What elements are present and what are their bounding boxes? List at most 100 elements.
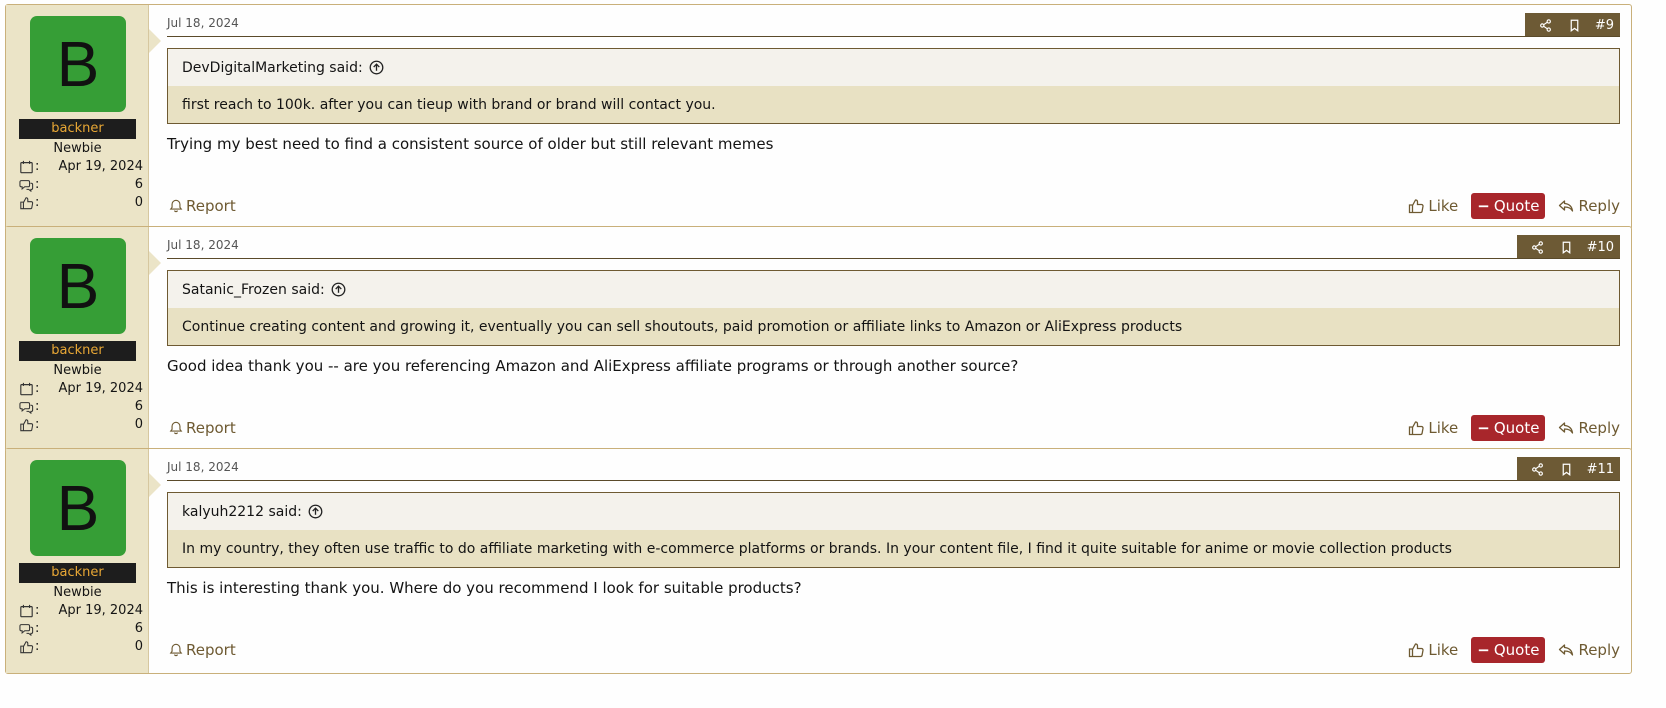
messages-stat: : 6 xyxy=(19,398,143,416)
user-title: Newbie xyxy=(53,363,102,378)
report-link[interactable]: Report xyxy=(169,193,236,219)
stat-colon: : xyxy=(35,381,40,396)
bookmark-icon[interactable] xyxy=(1560,241,1573,254)
post-footer: Report Like − Quote Reply xyxy=(167,415,1620,441)
share-icon[interactable] xyxy=(1531,462,1544,476)
calendar-icon xyxy=(19,604,34,618)
reply-button[interactable]: Reply xyxy=(1558,419,1620,437)
header-divider xyxy=(167,480,1620,481)
username[interactable]: backner xyxy=(19,341,136,361)
post-header-actions: #11 xyxy=(1516,457,1620,481)
reply-button[interactable]: Reply xyxy=(1558,197,1620,215)
bell-icon xyxy=(169,199,183,213)
share-icon[interactable] xyxy=(1531,240,1544,254)
messages-count: 6 xyxy=(134,177,143,192)
quote-author[interactable]: DevDigitalMarketing said: xyxy=(182,60,363,76)
post-date[interactable]: Jul 18, 2024 xyxy=(167,460,239,474)
stat-colon: : xyxy=(35,417,40,432)
reactions-count: 0 xyxy=(134,639,143,654)
post-header-actions: #10 xyxy=(1516,235,1620,259)
quote-header: kalyuh2212 said: xyxy=(168,493,1619,530)
report-label: Report xyxy=(186,197,236,215)
quote-block: DevDigitalMarketing said: first reach to… xyxy=(167,48,1620,124)
message-body: Good idea thank you -- are you referenci… xyxy=(167,357,1019,375)
reactions-count: 0 xyxy=(134,195,143,210)
calendar-icon xyxy=(19,160,34,174)
quote-block: Satanic_Frozen said: Continue creating c… xyxy=(167,270,1620,346)
minus-icon: − xyxy=(1477,419,1490,437)
post-date[interactable]: Jul 18, 2024 xyxy=(167,16,239,30)
post-date[interactable]: Jul 18, 2024 xyxy=(167,238,239,252)
reactions-stat: : 0 xyxy=(19,194,143,212)
post: B backner Newbie : Apr 19, 2024 : 6: 0 … xyxy=(5,4,1632,230)
user-title: Newbie xyxy=(53,141,102,156)
reactions-count: 0 xyxy=(134,417,143,432)
thumbs-up-icon xyxy=(1408,642,1425,658)
report-link[interactable]: Report xyxy=(169,637,236,663)
stat-colon: : xyxy=(35,621,40,636)
post: B backner Newbie : Apr 19, 2024 : 6: 0 … xyxy=(5,448,1632,674)
speech-bubbles-icon xyxy=(19,400,34,414)
thumbs-up-icon xyxy=(19,640,34,654)
joined-stat: : Apr 19, 2024 xyxy=(19,380,143,398)
like-button[interactable]: Like xyxy=(1408,641,1458,659)
message-body: Trying my best need to find a consistent… xyxy=(167,135,774,153)
messages-count: 6 xyxy=(134,399,143,414)
minus-icon: − xyxy=(1477,197,1490,215)
thumbs-up-icon xyxy=(1408,420,1425,436)
quote-header: Satanic_Frozen said: xyxy=(168,271,1619,308)
quote-button[interactable]: − Quote xyxy=(1471,637,1546,663)
post-number[interactable]: #11 xyxy=(1587,462,1614,477)
quote-button[interactable]: − Quote xyxy=(1471,415,1546,441)
reply-button[interactable]: Reply xyxy=(1558,641,1620,659)
report-link[interactable]: Report xyxy=(169,415,236,441)
bell-icon xyxy=(169,643,183,657)
stat-colon: : xyxy=(35,177,40,192)
quote-button[interactable]: − Quote xyxy=(1471,193,1546,219)
bookmark-icon[interactable] xyxy=(1560,463,1573,476)
stat-colon: : xyxy=(35,639,40,654)
avatar[interactable]: B xyxy=(30,238,126,334)
joined-date: Apr 19, 2024 xyxy=(58,603,143,618)
user-sidebar: B backner Newbie : Apr 19, 2024 : 6: 0 xyxy=(6,5,161,229)
post-number[interactable]: #9 xyxy=(1595,18,1614,33)
bookmark-icon[interactable] xyxy=(1568,19,1581,32)
avatar[interactable]: B xyxy=(30,460,126,556)
like-button[interactable]: Like xyxy=(1408,197,1458,215)
post-main: Jul 18, 2024 #11 kalyuh2212 said: In my … xyxy=(149,449,1631,673)
post-number[interactable]: #10 xyxy=(1587,240,1614,255)
arrow-up-circle-icon[interactable] xyxy=(369,60,384,75)
reaction-actions: Like − Quote Reply xyxy=(1408,637,1620,663)
messages-stat: : 6 xyxy=(19,620,143,638)
messages-count: 6 xyxy=(134,621,143,636)
reply-arrow-icon xyxy=(1558,642,1574,658)
joined-stat: : Apr 19, 2024 xyxy=(19,602,143,620)
arrow-up-circle-icon[interactable] xyxy=(308,504,323,519)
quote-author[interactable]: Satanic_Frozen said: xyxy=(182,282,325,298)
like-button[interactable]: Like xyxy=(1408,419,1458,437)
quote-header: DevDigitalMarketing said: xyxy=(168,49,1619,86)
message-body: This is interesting thank you. Where do … xyxy=(167,579,802,597)
messages-stat: : 6 xyxy=(19,176,143,194)
like-label: Like xyxy=(1428,197,1459,215)
share-icon[interactable] xyxy=(1539,18,1552,32)
username[interactable]: backner xyxy=(19,119,136,139)
minus-icon: − xyxy=(1477,641,1490,659)
quote-text: Continue creating content and growing it… xyxy=(168,308,1619,345)
post-footer: Report Like − Quote Reply xyxy=(167,193,1620,219)
stat-colon: : xyxy=(35,159,40,174)
post-header-actions: #9 xyxy=(1524,13,1620,37)
reactions-stat: : 0 xyxy=(19,638,143,656)
thumbs-up-icon xyxy=(19,418,34,432)
post-main: Jul 18, 2024 #9 DevDigitalMarketing said… xyxy=(149,5,1631,229)
arrow-up-circle-icon[interactable] xyxy=(331,282,346,297)
header-divider xyxy=(167,36,1620,37)
bell-icon xyxy=(169,421,183,435)
reply-label: Reply xyxy=(1578,197,1620,215)
username[interactable]: backner xyxy=(19,563,136,583)
stat-colon: : xyxy=(35,195,40,210)
user-sidebar: B backner Newbie : Apr 19, 2024 : 6: 0 xyxy=(6,227,161,451)
speech-bubbles-icon xyxy=(19,178,34,192)
avatar[interactable]: B xyxy=(30,16,126,112)
quote-author[interactable]: kalyuh2212 said: xyxy=(182,504,302,520)
